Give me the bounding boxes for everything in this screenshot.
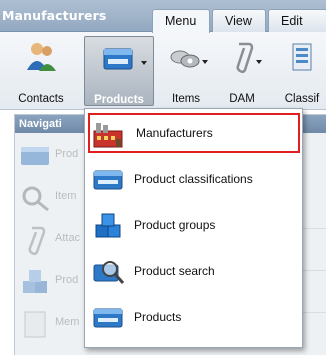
title-tab-bar: Manufacturers Menu View Edit xyxy=(0,0,326,33)
menu-item-product-classifications[interactable]: Product classifications xyxy=(88,159,300,199)
product-classifications-icon xyxy=(93,170,123,190)
contacts-icon xyxy=(27,43,56,71)
products-button[interactable]: Products xyxy=(84,36,154,106)
menu-item-product-search[interactable]: Product search xyxy=(88,251,300,291)
items-button[interactable]: Items xyxy=(158,36,214,106)
item-search-icon xyxy=(22,186,49,212)
items-icon xyxy=(170,50,200,68)
tab-view[interactable]: View xyxy=(212,9,266,33)
products-dropdown-menu: Manufacturers Product classifications Pr… xyxy=(84,108,303,348)
menu-item-manufacturers[interactable]: Manufacturers xyxy=(88,113,300,153)
product-groups-icon xyxy=(23,270,47,293)
menu-item-label: Products xyxy=(134,310,182,324)
menu-item-product-groups[interactable]: Product groups xyxy=(88,205,300,245)
products-icon xyxy=(21,147,49,165)
chevron-down-icon xyxy=(141,61,147,65)
products-icon xyxy=(93,308,123,328)
products-label: Products xyxy=(94,94,144,106)
menu-item-label: Product classifications xyxy=(134,172,253,186)
attachment-icon xyxy=(28,226,46,255)
contacts-button[interactable]: Contacts xyxy=(2,36,80,106)
nav-item-label: Prod xyxy=(55,274,79,286)
app-title: Manufacturers xyxy=(2,8,107,23)
contacts-label: Contacts xyxy=(18,93,64,105)
classifications-icon xyxy=(292,43,312,71)
nav-item-label: Mem xyxy=(55,316,80,328)
nav-item-label: Prod xyxy=(55,148,79,160)
tab-edit[interactable]: Edit xyxy=(268,9,326,33)
menu-item-label: Product search xyxy=(134,264,215,278)
dam-icon xyxy=(236,42,254,74)
product-search-icon xyxy=(93,261,125,284)
menu-item-products[interactable]: Products xyxy=(88,297,300,337)
member-icon xyxy=(24,311,46,338)
menu-item-label: Product groups xyxy=(134,218,216,232)
tab-menu[interactable]: Menu xyxy=(152,9,210,33)
classifications-button[interactable]: Classif xyxy=(272,36,326,106)
products-icon xyxy=(103,48,133,70)
dam-button[interactable]: DAM xyxy=(216,36,268,106)
items-label: Items xyxy=(171,93,201,105)
menu-item-label: Manufacturers xyxy=(136,126,213,140)
ribbon-toolbar: Contacts Products Items DAM Classif xyxy=(0,32,326,110)
nav-item-label: Attac xyxy=(55,232,81,244)
factory-icon xyxy=(93,123,123,148)
chevron-down-icon xyxy=(202,60,208,64)
product-groups-icon xyxy=(95,213,121,238)
classifications-label: Classif xyxy=(284,93,320,105)
nav-item-label: Item xyxy=(55,190,77,202)
dam-label: DAM xyxy=(229,93,255,105)
chevron-down-icon xyxy=(256,60,262,64)
